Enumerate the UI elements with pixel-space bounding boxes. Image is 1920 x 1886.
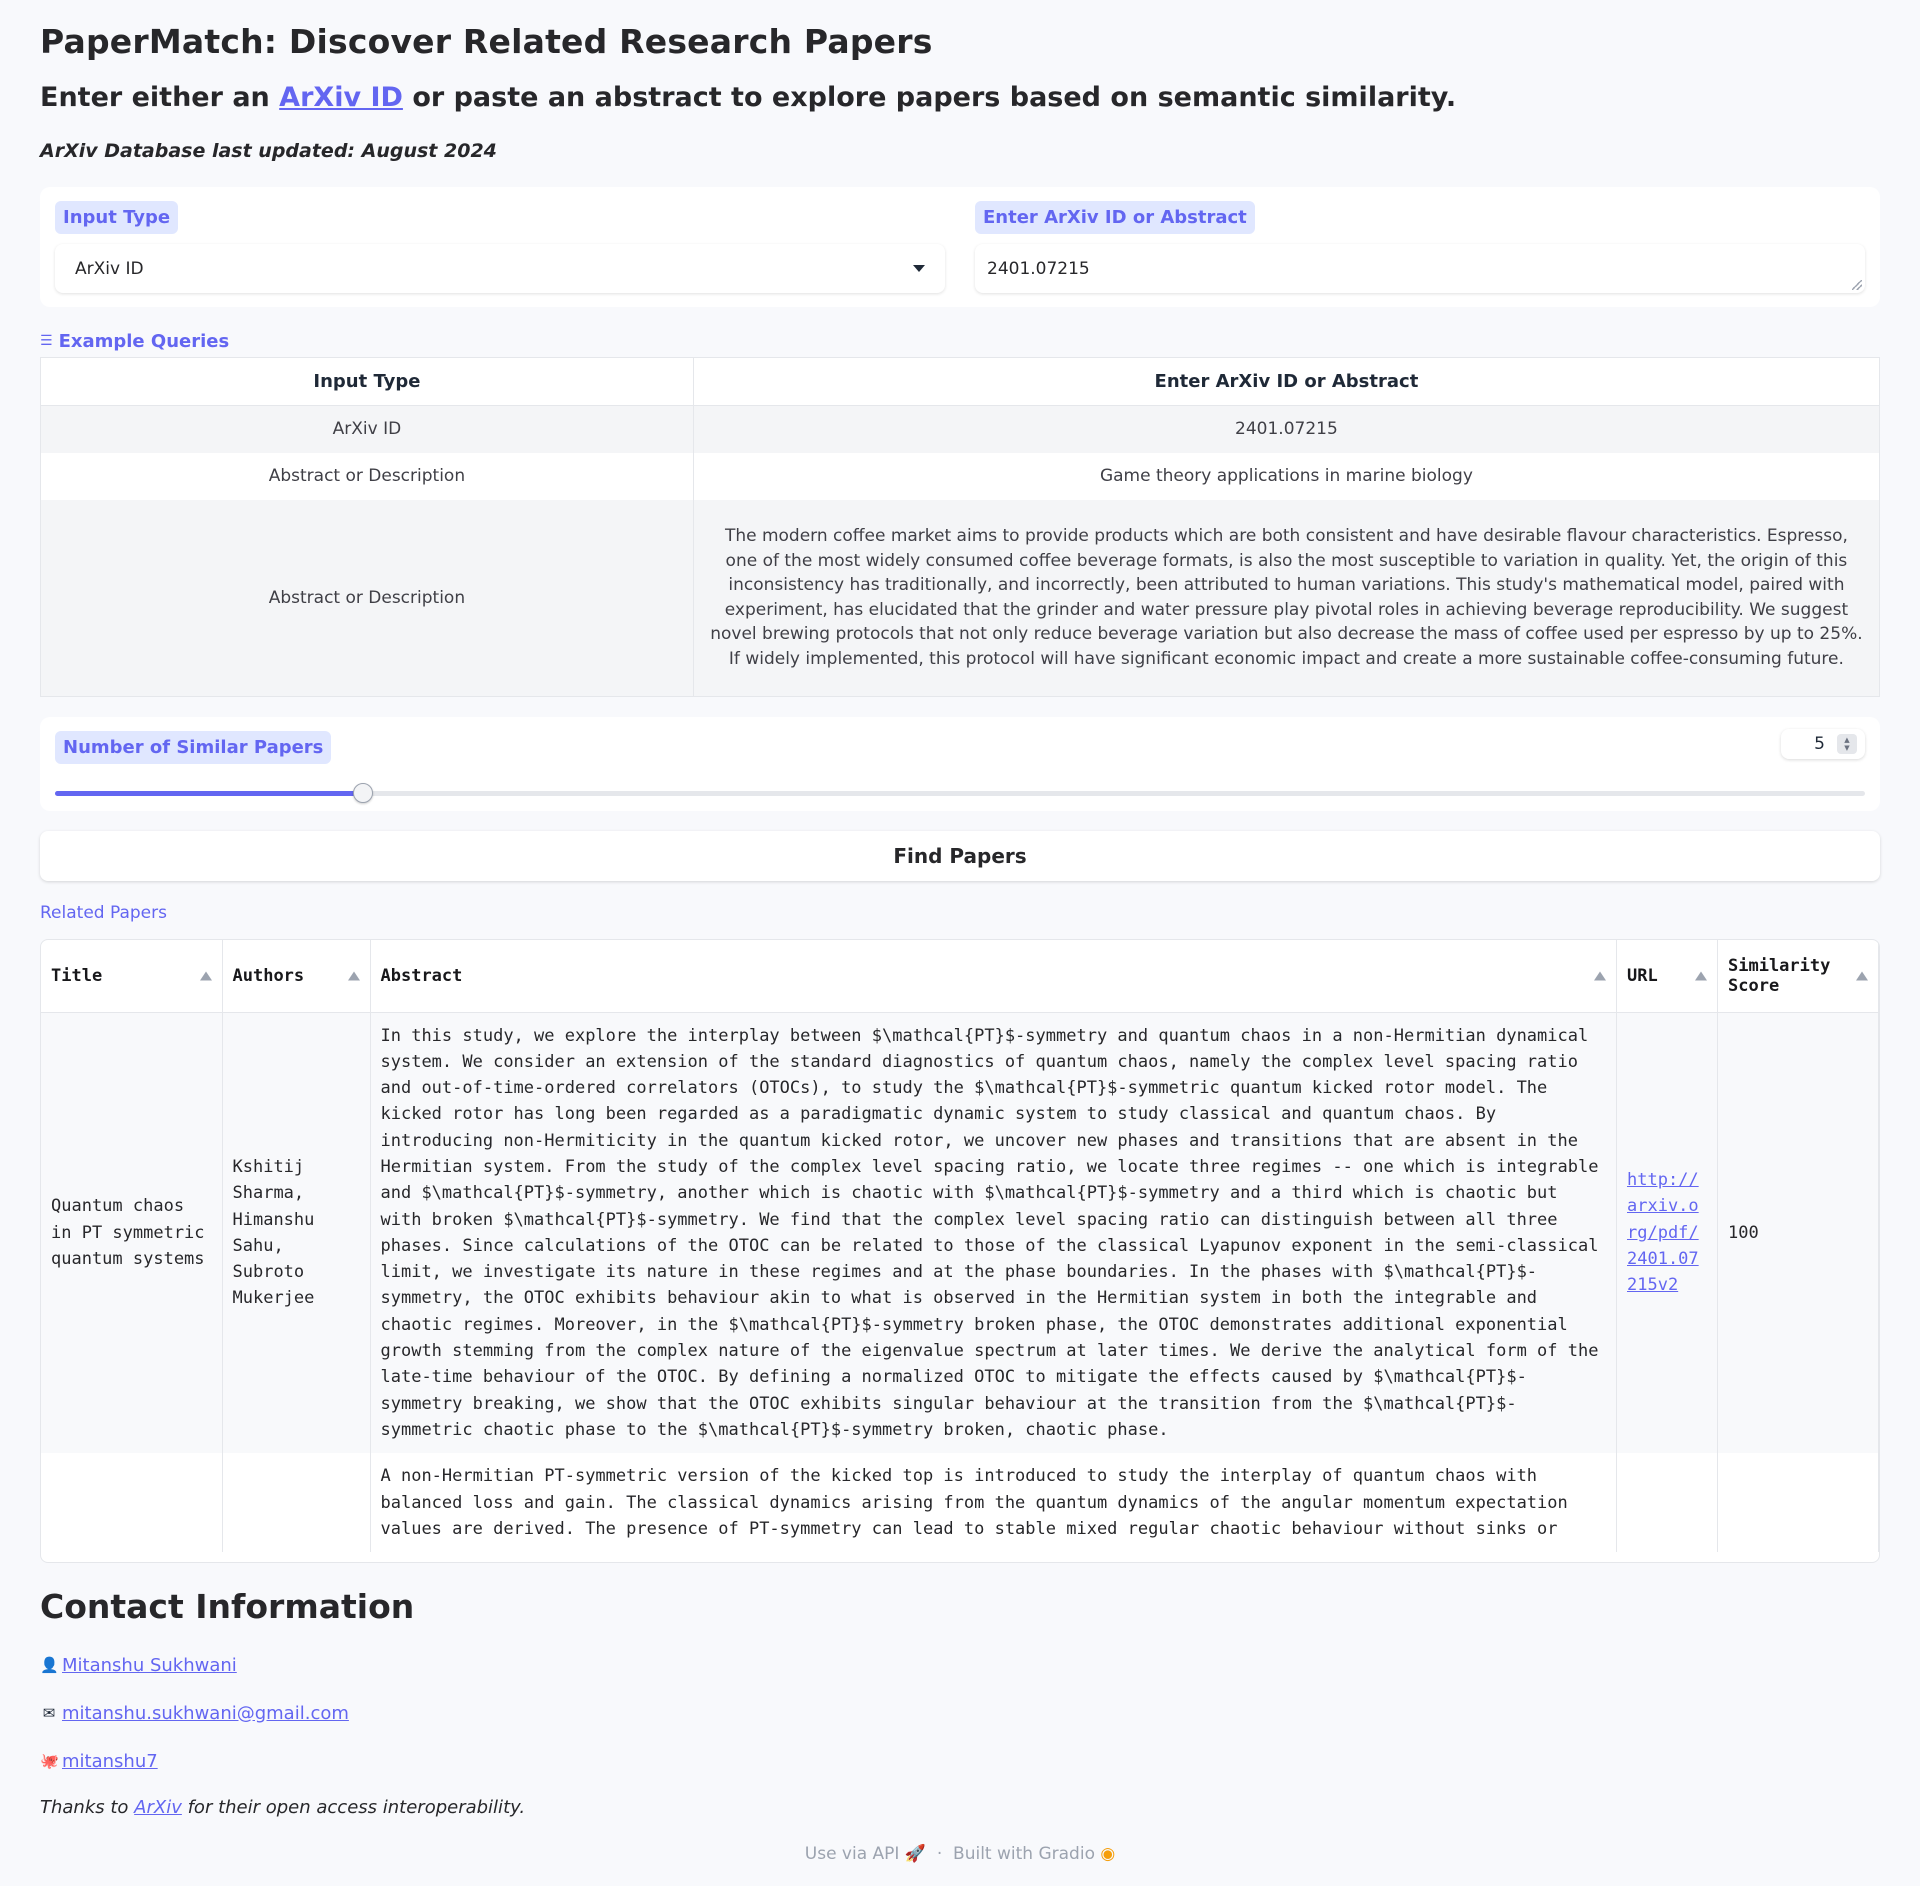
footer-separator: · xyxy=(936,1844,943,1864)
query-label: Enter ArXiv ID or Abstract xyxy=(975,201,1255,234)
column-header-abstract-label: Abstract xyxy=(380,965,463,986)
contact-heading: Contact Information xyxy=(40,1587,415,1626)
query-value: 2401.07215 xyxy=(987,258,1090,279)
example-query: Game theory applications in marine biolo… xyxy=(693,452,1881,500)
input-type-value: ArXiv ID xyxy=(75,258,144,279)
column-header-similarity-label: Similarity Score xyxy=(1728,955,1831,996)
use-via-api-link[interactable]: Use via API 🚀 xyxy=(805,1844,926,1864)
column-header-url-label: URL xyxy=(1627,965,1658,986)
list-icon: ☰ xyxy=(40,333,53,349)
contact-name-line: 👤 Mitanshu Sukhwani xyxy=(40,1653,1880,1677)
example-query: The modern coffee market aims to provide… xyxy=(693,499,1881,697)
column-header-title[interactable]: Title xyxy=(41,940,223,1013)
cell-abstract: A non-Hermitian PT-symmetric version of … xyxy=(370,1453,1617,1553)
examples-header-query: Enter ArXiv ID or Abstract xyxy=(692,357,1881,406)
examples-label: Example Queries xyxy=(58,330,230,352)
sort-icon[interactable] xyxy=(1695,971,1707,981)
examples-header-input-type: Input Type xyxy=(40,357,694,406)
envelope-icon: ✉ xyxy=(42,1704,56,1722)
contact-email-line: ✉ mitanshu.sukhwani@gmail.com xyxy=(40,1701,1880,1725)
similar-papers-slider-panel: Number of Similar Papers 5 ▲ ▼ xyxy=(40,717,1880,811)
input-type-field: Input Type ArXiv ID xyxy=(55,201,945,293)
thanks-text-before: Thanks to xyxy=(40,1797,135,1818)
built-with-gradio-label: Built with Gradio xyxy=(953,1844,1095,1864)
sort-icon[interactable] xyxy=(347,971,360,981)
slider-fill xyxy=(55,791,363,796)
octopus-icon: 🐙 xyxy=(40,1752,59,1770)
examples-header: ☰ Example Queries xyxy=(40,329,1880,353)
slider-thumb[interactable] xyxy=(352,783,373,803)
cell-score xyxy=(1717,1453,1879,1553)
input-panel: Input Type ArXiv ID Enter ArXiv ID or Ab… xyxy=(40,187,1880,307)
contact-name-link[interactable]: Mitanshu Sukhwani xyxy=(62,1655,237,1676)
thanks-arxiv-link[interactable]: ArXiv xyxy=(134,1797,182,1818)
resize-handle-icon[interactable] xyxy=(1852,280,1862,290)
cell-authors xyxy=(222,1453,371,1553)
column-header-abstract[interactable]: Abstract xyxy=(370,940,1617,1013)
built-with-gradio-link[interactable]: Built with Gradio ◉ xyxy=(953,1844,1115,1864)
examples-table: Input Type Enter ArXiv ID or Abstract Ar… xyxy=(40,357,1881,697)
sort-icon[interactable] xyxy=(1594,971,1606,981)
cell-authors: Kshitij Sharma, Himanshu Sahu, Subroto M… xyxy=(222,1012,371,1454)
column-header-url[interactable]: URL xyxy=(1616,940,1718,1013)
sort-icon[interactable] xyxy=(199,971,212,981)
example-row[interactable]: Abstract or Description The modern coffe… xyxy=(40,499,1881,697)
contact-github-line: 🐙 mitanshu7 xyxy=(40,1749,1880,1773)
subtitle-text-after: or paste an abstract to explore papers b… xyxy=(402,82,1457,113)
subtitle-text-before: Enter either an xyxy=(40,82,280,113)
person-icon: 👤 xyxy=(40,1656,59,1674)
example-input-type: Abstract or Description xyxy=(40,452,694,500)
database-updated-note: ArXiv Database last updated: August 2024 xyxy=(40,140,497,162)
table-row[interactable]: Quantum chaos in PT symmetric quantum sy… xyxy=(41,1012,1879,1454)
thanks-note: Thanks to ArXiv for their open access in… xyxy=(40,1797,1880,1818)
input-type-label: Input Type xyxy=(55,201,179,234)
footer: Use via API 🚀 · Built with Gradio ◉ xyxy=(40,1844,1880,1864)
page-title: PaperMatch: Discover Related Research Pa… xyxy=(40,22,933,61)
cell-title: Quantum chaos in PT symmetric quantum sy… xyxy=(41,1012,223,1454)
example-input-type: Abstract or Description xyxy=(40,499,694,697)
related-papers-label: Related Papers xyxy=(40,903,167,923)
column-header-authors[interactable]: Authors xyxy=(222,940,371,1013)
column-header-similarity[interactable]: Similarity Score xyxy=(1717,940,1879,1013)
arxiv-link[interactable]: ArXiv ID xyxy=(279,82,403,113)
column-header-title-label: Title xyxy=(51,965,103,986)
example-row[interactable]: Abstract or Description Game theory appl… xyxy=(40,452,1881,500)
query-textarea[interactable]: 2401.07215 xyxy=(975,244,1865,293)
find-papers-button[interactable]: Find Papers xyxy=(40,831,1880,881)
cell-url: http://arxiv.org/pdf/2401.07215v2 xyxy=(1616,1012,1718,1454)
results-table: Title Authors Abstract URL Similarity Sc… xyxy=(41,940,1879,1553)
example-input-type: ArXiv ID xyxy=(40,405,694,453)
slider-track[interactable] xyxy=(55,783,1865,803)
column-header-authors-label: Authors xyxy=(232,965,305,986)
thanks-text-after: for their open access interoperability. xyxy=(181,1797,526,1818)
cell-abstract: In this study, we explore the interplay … xyxy=(370,1012,1617,1454)
contact-github-link[interactable]: mitanshu7 xyxy=(62,1751,158,1772)
chevron-down-icon xyxy=(913,265,925,272)
results-table-container[interactable]: Title Authors Abstract URL Similarity Sc… xyxy=(40,939,1880,1563)
similar-papers-label: Number of Similar Papers xyxy=(55,731,332,764)
app-root: PaperMatch: Discover Related Research Pa… xyxy=(0,0,1920,1864)
use-via-api-label: Use via API xyxy=(804,1844,900,1864)
gradio-logo-icon: ◉ xyxy=(1100,1844,1116,1864)
table-row[interactable]: A non-Hermitian PT-symmetric version of … xyxy=(41,1453,1879,1553)
example-row[interactable]: ArXiv ID 2401.07215 xyxy=(40,405,1881,453)
sort-icon[interactable] xyxy=(1856,971,1868,981)
cell-score: 100 xyxy=(1717,1012,1879,1454)
input-type-dropdown[interactable]: ArXiv ID xyxy=(55,244,945,293)
example-query: 2401.07215 xyxy=(693,405,1881,453)
contact-email-link[interactable]: mitanshu.sukhwani@gmail.com xyxy=(62,1703,349,1724)
similar-papers-number-input[interactable]: 5 ▲ ▼ xyxy=(1781,729,1865,759)
page-subtitle: Enter either an ArXiv ID or paste an abs… xyxy=(40,60,1880,118)
paper-url-link[interactable]: http://arxiv.org/pdf/2401.07215v2 xyxy=(1627,1170,1699,1295)
rocket-icon: 🚀 xyxy=(904,1844,927,1864)
similar-papers-value: 5 xyxy=(1814,734,1825,754)
cell-url xyxy=(1616,1453,1718,1553)
stepper-icon[interactable]: ▲ ▼ xyxy=(1837,734,1857,754)
cell-title xyxy=(41,1453,223,1553)
query-field: Enter ArXiv ID or Abstract 2401.07215 xyxy=(975,201,1865,293)
